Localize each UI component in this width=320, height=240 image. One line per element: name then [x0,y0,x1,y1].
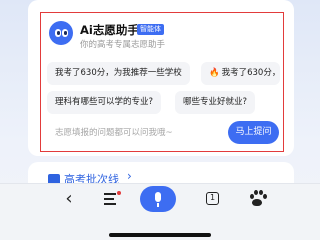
suggestion-chips: 我考了630分，为我推荐一些学校 🔥 我考了630分， 理科有哪些可以学的专业? … [47,62,283,114]
suggestion-chip[interactable]: 哪些专业好就业? [175,91,256,114]
chevron-right-icon[interactable]: › [127,169,132,183]
suggestion-chip[interactable]: 🔥 我考了630分， [201,62,281,85]
bottom-toolbar: ‹ 1 [0,183,320,240]
ask-now-button[interactable]: 马上提问 [228,121,279,144]
suggestion-chip[interactable]: 我考了630分，为我推荐一些学校 [47,62,190,85]
tab-count: 1 [206,192,219,205]
suggestion-chip[interactable]: 理科有哪些可以学的专业? [47,91,162,114]
assistant-header[interactable]: Ai志愿助手 智能体 你的高考专属志愿助手 [49,21,279,53]
tabs-icon[interactable]: 1 [198,184,228,214]
suggestion-chip-label: 我考了630分， [221,68,281,78]
assistant-badge: 智能体 [137,24,164,35]
question-input[interactable]: 志愿填报的问题都可以问我哦~ [55,126,173,138]
suggestion-chip-label: 哪些专业好就业? [183,97,248,107]
robot-avatar-icon [49,21,73,45]
assistant-title: Ai志愿助手 [80,23,139,37]
baidu-paw-icon[interactable] [242,184,272,214]
menu-icon[interactable] [95,184,125,214]
mic-icon[interactable] [140,186,176,212]
back-icon[interactable]: ‹ [54,184,84,214]
question-input-row[interactable]: 志愿填报的问题都可以问我哦~ 马上提问 [47,121,279,145]
home-indicator[interactable] [109,233,211,237]
suggestion-chip-label: 我考了630分，为我推荐一些学校 [55,68,182,78]
assistant-subtitle: 你的高考专属志愿助手 [80,40,166,50]
notification-dot [117,191,121,195]
suggestion-chip-label: 理科有哪些可以学的专业? [55,97,154,107]
fire-icon: 🔥 [209,68,220,78]
